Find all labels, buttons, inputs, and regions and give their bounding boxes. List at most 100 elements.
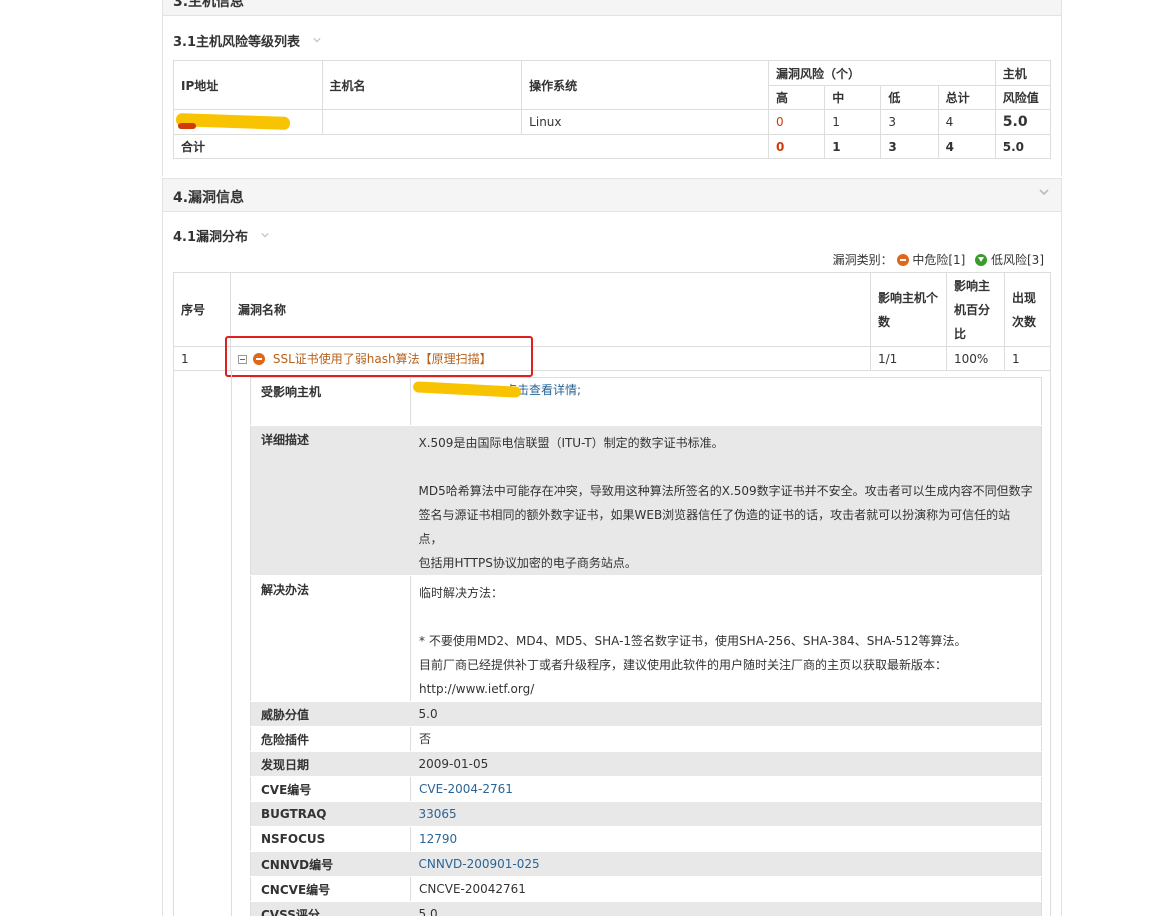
affected-hosts-label: 受影响主机 <box>250 377 411 426</box>
section4-header[interactable]: 4.漏洞信息 <box>162 178 1062 212</box>
detail-field-label: CVE编号 <box>250 776 411 802</box>
sum-low: 3 <box>880 134 939 159</box>
sum-mid: 1 <box>824 134 882 159</box>
detail-field-row: CNCVE编号 CNCVE-20042761 <box>250 876 1042 902</box>
low-risk-icon <box>975 254 988 266</box>
detail-field-label: 危险插件 <box>250 726 411 752</box>
detail-field-value: 2009-01-05 <box>410 751 1042 777</box>
detail-field-label: CVSS评分 <box>250 901 411 916</box>
solution-l1: 临时解决方法： <box>419 586 504 600</box>
col-low: 低 <box>880 85 939 110</box>
solution-label: 解决办法 <box>250 575 411 702</box>
chevron-down-icon[interactable] <box>312 36 321 44</box>
cell-seq: 1 <box>173 346 231 371</box>
vuln-dist-subtitle: 4.1漏洞分布 <box>173 226 269 245</box>
medium-risk-icon <box>896 254 909 266</box>
cell-high: 0 <box>768 109 826 135</box>
detail-field-row: NSFOCUS 12790 <box>250 826 1042 852</box>
description-p2-l3: 包括用HTTPS协议加密的电子商务站点。 <box>418 556 637 570</box>
vuln-dist-subtitle-text: 4.1漏洞分布 <box>173 230 249 245</box>
chevron-down-icon[interactable] <box>1039 187 1049 197</box>
table-sum-row: 合计 0 1 3 4 5.0 <box>172 134 1052 159</box>
detail-field-row: 威胁分值 5.0 <box>250 701 1042 727</box>
detail-field-link[interactable]: 12790 <box>419 832 457 846</box>
col-host-risk-l1: 主机 <box>994 60 1052 86</box>
detail-field-row: CNNVD编号 CNNVD-200901-025 <box>250 851 1042 877</box>
description-p1: X.509是由国际电信联盟（ITU-T）制定的数字证书标准。 <box>418 436 724 450</box>
cell-pct: 100% <box>946 346 1005 371</box>
detail-field-value: CVE-2004-2761 <box>410 776 1042 802</box>
detail-field-row: BUGTRAQ 33065 <box>250 801 1042 827</box>
solution-l3: 目前厂商已经提供补丁或者升级程序，建议使用此软件的用户随时关注厂商的主页以获取最… <box>419 658 948 672</box>
host-risk-subtitle: 3.1主机风险等级列表 <box>173 31 321 50</box>
detail-field-link[interactable]: 33065 <box>419 807 457 821</box>
col-os: 操作系统 <box>521 60 770 110</box>
detail-field-row: CVE编号 CVE-2004-2761 <box>250 776 1042 802</box>
chevron-down-icon[interactable] <box>260 231 269 239</box>
description-value: X.509是由国际电信联盟（ITU-T）制定的数字证书标准。 MD5哈希算法中可… <box>410 425 1042 576</box>
detail-field-row: CVSS评分 5.0 <box>250 901 1042 916</box>
cell-hostname <box>321 109 523 135</box>
sum-high: 0 <box>768 134 826 159</box>
chevron-down-icon[interactable] <box>1039 0 1049 1</box>
cell-hosts: 1/1 <box>870 346 947 371</box>
detail-field-row: 危险插件否 <box>250 726 1042 752</box>
col-occurrences-l2: 次数 <box>1012 314 1037 329</box>
col-high: 高 <box>768 85 826 110</box>
legend-medium: 中危险[1] <box>912 253 966 267</box>
legend-label: 漏洞类别： <box>832 253 893 267</box>
detail-field-label: CNCVE编号 <box>250 876 411 902</box>
col-total: 总计 <box>937 85 996 110</box>
vuln-legend: 漏洞类别： 中危险[1] 低风险[3] <box>833 251 1044 268</box>
col-affected-hosts: 影响主机个 数 <box>870 272 947 347</box>
col-mid: 中 <box>824 85 882 110</box>
col-ip: IP地址 <box>173 60 323 110</box>
detail-field-label: NSFOCUS <box>250 826 411 852</box>
description-p2-l1: MD5哈希算法中可能存在冲突，导致用这种算法所签名的X.509数字证书并不安全。… <box>418 484 1033 498</box>
col-affected-pct: 影响主 机百分 比 <box>946 272 1005 347</box>
detail-field-label: CNNVD编号 <box>250 851 411 877</box>
affected-hosts-value: 点击查看详情; <box>410 377 1042 426</box>
cell-mid: 1 <box>824 109 882 135</box>
col-hostname: 主机名 <box>321 60 523 110</box>
col-vuln-risk: 漏洞风险（个） <box>768 60 996 86</box>
host-risk-table: IP地址 主机名 操作系统 漏洞风险（个） 主机 高 中 低 总计 风险值 Li… <box>172 60 1052 159</box>
cell-os: Linux <box>521 109 770 135</box>
solution-value: 临时解决方法： * 不要使用MD2、MD4、MD5、SHA-1签名数字证书，使用… <box>410 575 1042 702</box>
solution-l4: http://www.ietf.org/ <box>419 682 535 696</box>
redaction-mark <box>178 123 196 129</box>
vuln-detail-table: 受影响主机 点击查看详情; 详细描述 X.509是由国际电信联盟（ITU-T）制… <box>250 377 1042 916</box>
detail-field-label: BUGTRAQ <box>250 801 411 827</box>
detail-field-link[interactable]: CNNVD-200901-025 <box>419 857 540 871</box>
detail-field-label: 发现日期 <box>250 751 411 777</box>
col-occurrences-l1: 出现 <box>1012 290 1037 305</box>
detail-field-value: 否 <box>410 726 1042 752</box>
col-affected-hosts-l1: 影响主机个 <box>878 290 939 305</box>
description-p2-l2: 签名与源证书相同的额外数字证书，如果WEB浏览器信任了伪造的证书的话，攻击者就可… <box>418 508 1011 546</box>
solution-l2: * 不要使用MD2、MD4、MD5、SHA-1签名数字证书，使用SHA-256、… <box>419 634 967 648</box>
cell-low: 3 <box>880 109 939 135</box>
table-row: Linux 0 1 3 4 5.0 <box>173 109 1052 135</box>
cell-risk: 5.0 <box>994 109 1052 135</box>
cell-total: 4 <box>937 109 996 135</box>
detail-field-link[interactable]: CVE-2004-2761 <box>419 782 513 796</box>
section4-title: 4.漏洞信息 <box>173 190 245 206</box>
detail-field-value: 5.0 <box>410 701 1042 727</box>
col-affected-hosts-l2: 数 <box>878 314 891 329</box>
detail-field-value: 12790 <box>410 826 1042 852</box>
cell-count: 1 <box>1004 346 1051 371</box>
sum-risk: 5.0 <box>994 134 1052 159</box>
detail-field-label: 威胁分值 <box>250 701 411 727</box>
col-affected-pct-l2: 机百分 <box>954 302 991 317</box>
host-risk-subtitle-text: 3.1主机风险等级列表 <box>173 35 301 50</box>
section3-header[interactable]: 3.主机信息 <box>162 0 1062 16</box>
sum-total: 4 <box>937 134 996 159</box>
col-host-risk-l2: 风险值 <box>994 85 1052 110</box>
col-occurrences: 出现 次数 <box>1004 272 1051 347</box>
sum-label: 合计 <box>172 134 770 159</box>
detail-field-value: 33065 <box>410 801 1042 827</box>
description-label: 详细描述 <box>250 425 411 576</box>
col-seq: 序号 <box>173 272 231 347</box>
col-affected-pct-l1: 影响主 <box>954 278 991 293</box>
col-affected-pct-l3: 比 <box>954 326 967 341</box>
